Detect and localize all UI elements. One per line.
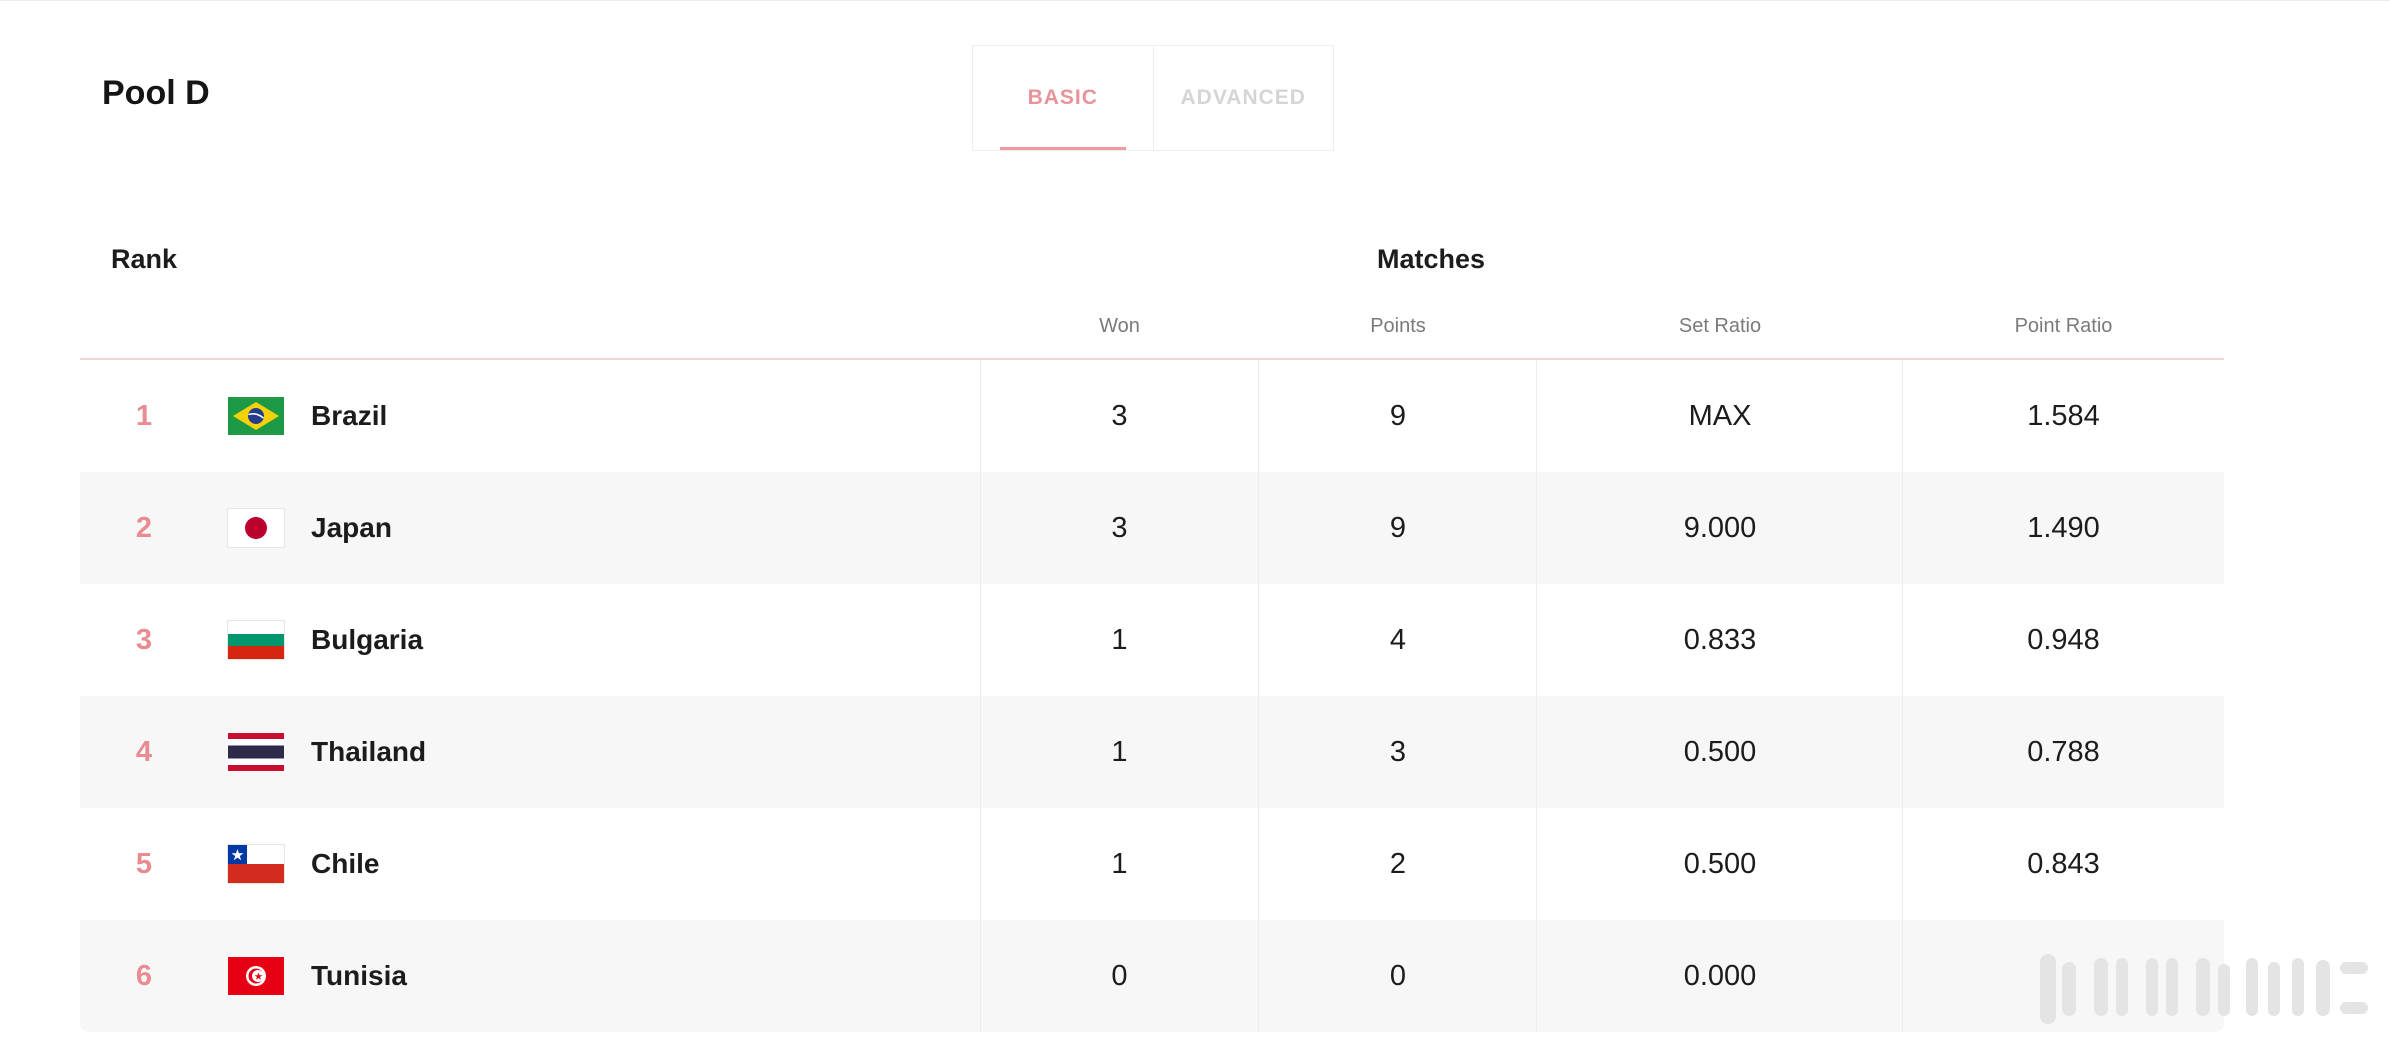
point-ratio-cell: 0.843 [2027,848,2100,880]
won-cell: 1 [1111,848,1128,880]
column-divider [1258,360,1259,1032]
won-cell: 3 [1111,512,1128,544]
pool-title: Pool D [102,74,210,112]
team-name[interactable]: Bulgaria [311,584,423,696]
brazil-flag-icon [228,397,284,435]
set-ratio-cell: 9.000 [1683,512,1757,544]
top-divider [0,0,2390,1]
won-column-header: Won [1099,315,1140,337]
rank-cell: 1 [135,400,153,432]
point-ratio-cell: 1.490 [2027,512,2100,544]
point-ratio-cell: 0.948 [2027,624,2100,656]
tunisia-flag-icon [228,957,284,995]
tab-basic-label: BASIC [1027,86,1098,109]
rank-cell: 4 [135,736,153,768]
rank-header: Rank [111,244,178,274]
rank-cell: 2 [135,512,153,544]
chile-flag-icon [228,845,284,883]
set-ratio-cell: 0.833 [1683,624,1757,656]
tab-basic[interactable]: BASIC [973,46,1153,150]
team-name[interactable]: Chile [311,808,379,920]
points-cell: 9 [1389,400,1407,432]
points-cell: 9 [1389,512,1407,544]
won-cell: 1 [1111,624,1128,656]
watermark-logo [2036,948,2376,1030]
bulgaria-flag-icon [228,621,284,659]
won-cell: 0 [1111,960,1128,992]
set-ratio-cell: MAX [1688,400,1752,432]
won-cell: 3 [1111,400,1128,432]
points-cell: 3 [1389,736,1407,768]
point-ratio-cell: 0.788 [2027,736,2100,768]
tab-advanced-label: ADVANCED [1180,86,1306,109]
rank-cell: 5 [135,848,153,880]
team-name[interactable]: Thailand [311,696,426,808]
team-name[interactable]: Brazil [311,360,387,472]
point-ratio-column-header: Point Ratio [2014,315,2113,337]
tab-advanced[interactable]: ADVANCED [1152,46,1334,150]
set-ratio-column-header: Set Ratio [1678,315,1762,337]
set-ratio-cell: 0.500 [1683,848,1757,880]
thailand-flag-icon [228,733,284,771]
point-ratio-cell: 1.584 [2027,400,2100,432]
points-column-header: Points [1370,315,1426,337]
team-name[interactable]: Japan [311,472,392,584]
set-ratio-cell: 0.500 [1683,736,1757,768]
set-ratio-cell: 0.000 [1683,960,1757,992]
active-tab-indicator [1000,147,1126,150]
column-divider [1536,360,1537,1032]
points-cell: 2 [1389,848,1407,880]
column-divider [980,360,981,1032]
matches-header: Matches [1376,244,1486,274]
rank-cell: 6 [135,960,153,992]
view-tabs: BASIC ADVANCED [972,45,1334,151]
column-divider [1902,360,1903,1032]
points-cell: 0 [1389,960,1407,992]
won-cell: 1 [1111,736,1128,768]
team-name[interactable]: Tunisia [311,920,407,1032]
points-cell: 4 [1389,624,1407,656]
rank-cell: 3 [135,624,153,656]
japan-flag-icon [228,509,284,547]
